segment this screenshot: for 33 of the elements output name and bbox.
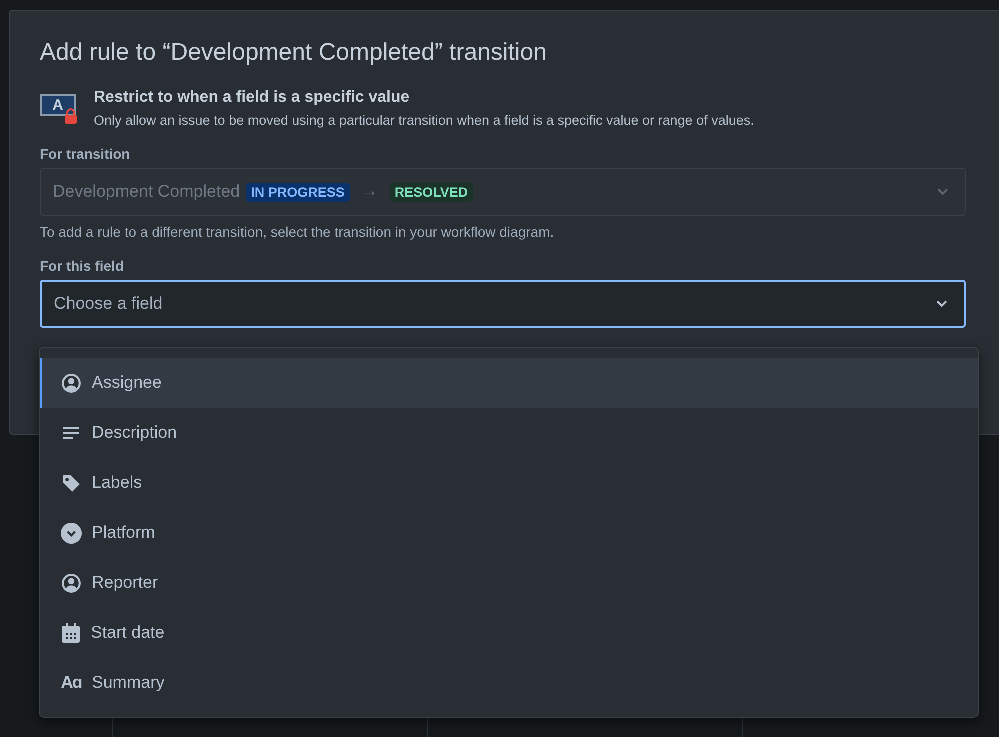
text-lines-icon	[61, 426, 82, 440]
user-icon	[61, 572, 82, 594]
menu-item-label: Description	[92, 423, 178, 443]
status-lozenge: IN PROGRESS	[246, 182, 350, 202]
menu-item-label: Summary	[92, 673, 165, 693]
chevron-down-icon	[936, 300, 948, 308]
dialog-title: Add rule to “Development Completed” transition	[40, 39, 548, 67]
menu-item-label: Reporter	[92, 573, 158, 593]
menu-item[interactable]: Start date	[40, 608, 978, 658]
tag-icon	[61, 472, 82, 494]
rule-name: Restrict to when a field is a specific value	[94, 89, 411, 107]
field-select[interactable]: Choose a field	[40, 280, 966, 328]
field-label: For transition	[40, 146, 132, 162]
chevron-circle-icon	[61, 522, 82, 544]
status-lozenge: RESOLVED	[390, 182, 474, 202]
menu-item-label: Platform	[92, 523, 156, 543]
menu-item[interactable]: Aɑ Summary	[40, 658, 978, 708]
menu-item[interactable]: Platform	[40, 508, 978, 558]
menu-item[interactable]: Assignee	[40, 358, 978, 408]
field-label: For this field	[40, 258, 125, 274]
arrow-text: →	[362, 183, 378, 201]
text-type-icon: Aɑ	[61, 673, 82, 693]
helper-text: To add a rule to a different transition, select the transition in your workflow diagram.	[40, 224, 556, 240]
menu-item[interactable]: Reporter	[40, 558, 978, 608]
menu-item-label: Assignee	[92, 373, 162, 393]
rule-description: Only allow an issue to be moved using a particular transition when a field is a specific value or range of values.	[94, 113, 754, 128]
menu-item[interactable]: Description	[40, 408, 978, 458]
menu-item-label: Labels	[92, 473, 142, 493]
calendar-icon	[61, 622, 81, 644]
menu-item-label: Start date	[91, 623, 165, 643]
user-icon	[61, 372, 82, 394]
menu-item[interactable]: Labels	[40, 458, 978, 508]
chevron-down-icon	[937, 188, 949, 196]
